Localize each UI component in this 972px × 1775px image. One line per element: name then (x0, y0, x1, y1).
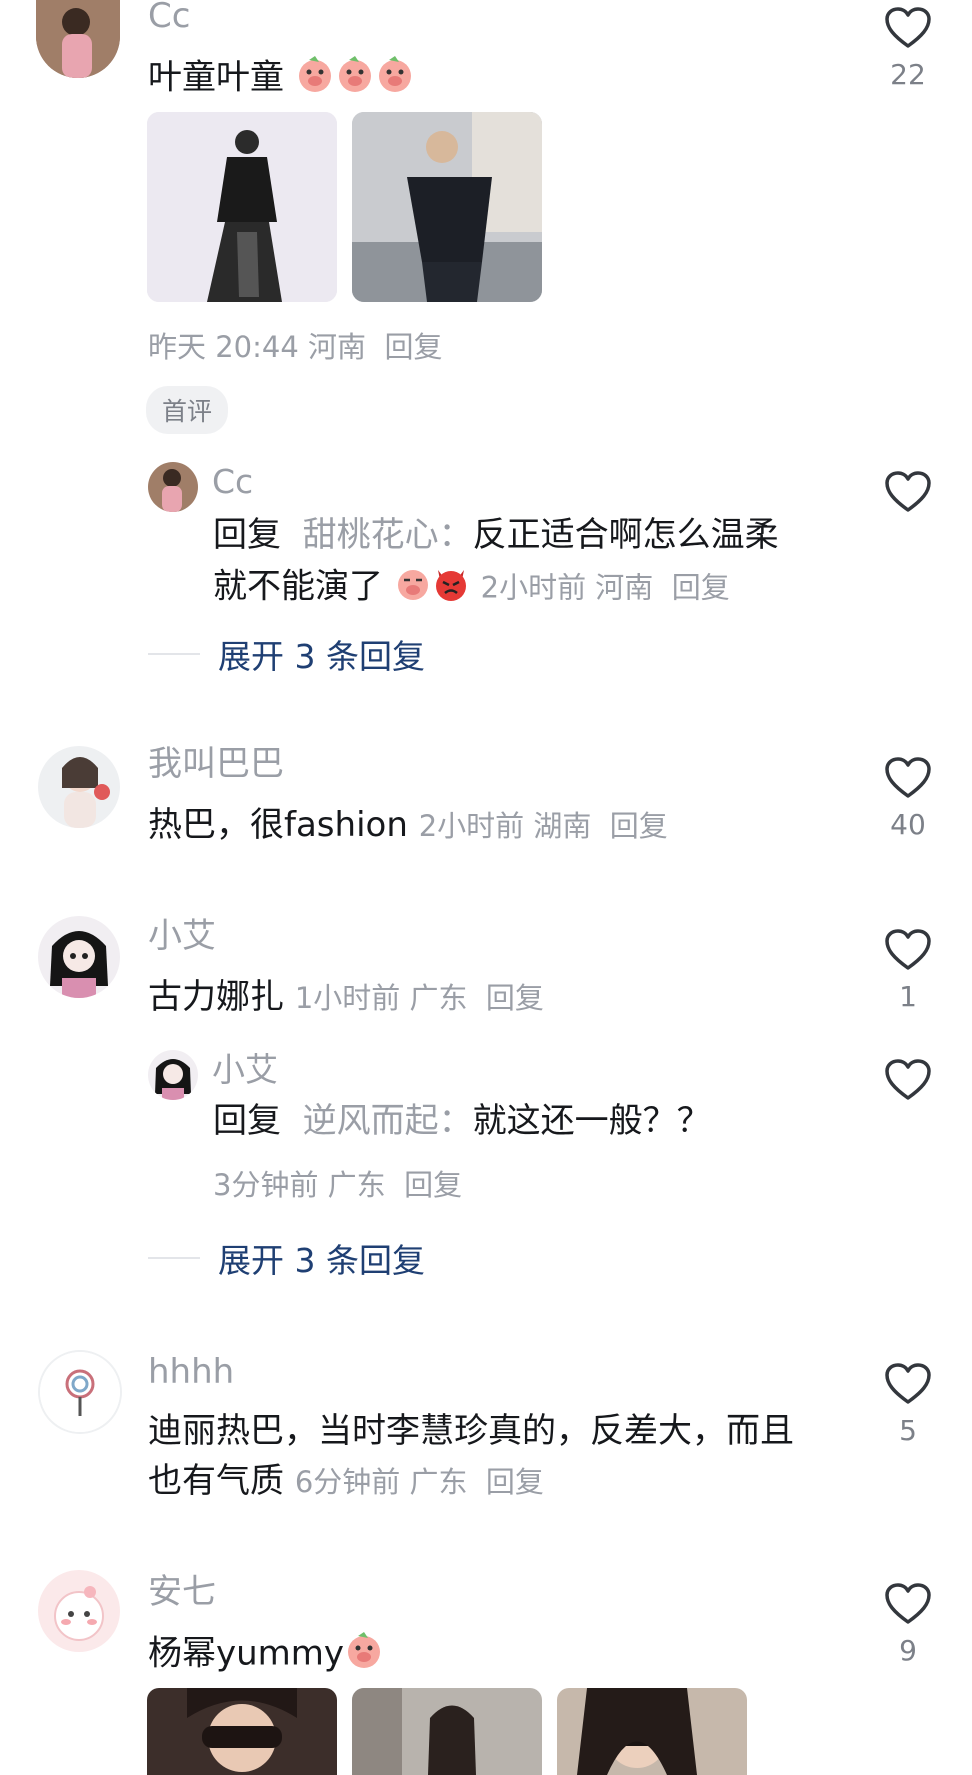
pig-emoji-icon (375, 54, 415, 104)
comment-photo[interactable] (352, 112, 542, 302)
username[interactable]: Cc (148, 0, 190, 36)
pig-emoji-icon (394, 564, 432, 612)
username[interactable]: 小艾 (148, 916, 216, 956)
avatar[interactable] (38, 1570, 120, 1652)
like-count: 1 (899, 980, 917, 1013)
like-count: 22 (890, 58, 926, 91)
comment-text-content: 叶童叶童 (148, 57, 284, 98)
like-button[interactable] (878, 1058, 938, 1102)
comment-text: 古力娜扎 1小时前 广东 回复 (148, 976, 544, 1019)
username[interactable]: 安七 (148, 1572, 216, 1612)
username[interactable]: hhhh (148, 1352, 234, 1392)
comment-text-content: 古力娜扎 (148, 977, 284, 1017)
like-button[interactable]: 40 (878, 756, 938, 842)
comment-meta: 6分钟前 广东 回复 (294, 1465, 544, 1499)
reply-text: 回复 甜桃花心：反正适合啊怎么温柔 (213, 514, 779, 556)
comment-text: 热巴，很fashion 2小时前 湖南 回复 (148, 804, 668, 847)
expand-replies-label: 展开 3 条回复 (218, 1241, 425, 1280)
expand-replies-link[interactable]: 展开 3 条回复 (148, 632, 425, 676)
comment-text: 叶童叶童 (148, 54, 415, 104)
reply-text-content: 就不能演了 (213, 566, 383, 607)
reply-prefix: 回复 (213, 1101, 281, 1141)
heart-outline-icon (885, 1363, 931, 1404)
heart-outline-icon (885, 1583, 931, 1624)
devil-emoji-icon (432, 564, 470, 612)
comment-photo[interactable] (147, 112, 337, 302)
pig-emoji-icon (344, 1630, 384, 1680)
comment-photo[interactable] (147, 1688, 337, 1775)
like-count: 5 (899, 1414, 917, 1447)
like-button[interactable]: 1 (878, 928, 938, 1014)
comment-photo[interactable] (557, 1688, 747, 1775)
divider (148, 1257, 200, 1259)
like-button[interactable] (878, 470, 938, 514)
avatar[interactable] (38, 916, 120, 998)
comment-text: 杨幂yummy (148, 1630, 384, 1680)
heart-outline-icon (885, 929, 931, 970)
reply-text-content: 就这还一般？？ (472, 1101, 711, 1141)
avatar[interactable] (36, 0, 120, 78)
comment-meta: 1小时前 广东 回复 (294, 981, 544, 1015)
comment-text-content: 热巴，很fashion (148, 805, 408, 845)
reply-text-content: 反正适合啊怎么温柔 (472, 515, 779, 555)
comment-text-content: 杨幂yummy (148, 1633, 345, 1674)
comment-meta: 昨天 20:44 河南 回复 (148, 330, 443, 364)
username[interactable]: 小艾 (212, 1050, 278, 1090)
reply-target-user[interactable]: 逆风而起： (303, 1101, 473, 1141)
heart-outline-icon (885, 1059, 931, 1100)
comment-text-content: 也有气质 (148, 1461, 284, 1501)
reply-text: 回复 逆风而起：就这还一般？？ (213, 1100, 711, 1142)
avatar[interactable] (148, 462, 198, 512)
avatar[interactable] (38, 746, 120, 828)
first-comment-badge: 首评 (146, 386, 229, 434)
lollipop-icon (40, 1352, 120, 1432)
avatar-image (36, 0, 120, 78)
username[interactable]: 我叫巴巴 (148, 744, 284, 784)
like-count: 40 (890, 808, 926, 841)
comment-photo[interactable] (352, 1688, 542, 1775)
comment-meta: 2小时前 湖南 回复 (418, 809, 668, 843)
pig-emoji-icon (335, 54, 375, 104)
reply-meta: 3分钟前 广东 回复 (213, 1168, 463, 1202)
username[interactable]: Cc (212, 462, 253, 502)
divider (148, 653, 200, 655)
reply-meta: 2小时前 河南 回复 (480, 570, 730, 605)
avatar[interactable] (148, 1050, 198, 1100)
heart-outline-icon (885, 7, 931, 48)
expand-replies-link[interactable]: 展开 3 条回复 (148, 1236, 425, 1280)
reply-target-user[interactable]: 甜桃花心： (303, 515, 473, 555)
like-button[interactable]: 9 (878, 1582, 938, 1668)
heart-outline-icon (885, 471, 931, 512)
avatar[interactable] (38, 1350, 122, 1434)
heart-outline-icon (885, 757, 931, 798)
like-button[interactable]: 22 (878, 6, 938, 92)
comment-text: 迪丽热巴，当时李慧珍真的，反差大，而且 (148, 1411, 794, 1451)
reply-text-line2: 就不能演了 2小时前 河南 回复 (213, 564, 730, 612)
like-button[interactable]: 5 (878, 1362, 938, 1448)
comment-text-line2: 也有气质 6分钟前 广东 回复 (148, 1460, 544, 1503)
expand-replies-label: 展开 3 条回复 (218, 637, 425, 676)
like-count: 9 (899, 1634, 917, 1667)
reply-prefix: 回复 (213, 515, 281, 555)
pig-emoji-icon (295, 54, 335, 104)
